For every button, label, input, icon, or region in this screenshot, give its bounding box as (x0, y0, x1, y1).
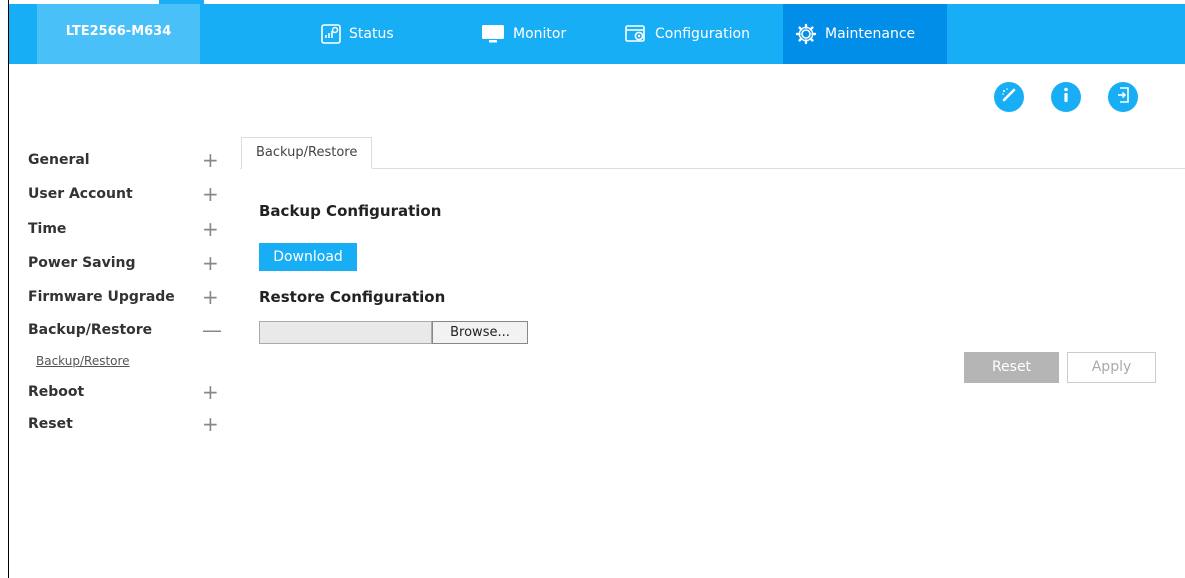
nav-maintenance-label: Maintenance (825, 26, 916, 42)
expand-icon: + (202, 251, 219, 275)
sidebar-item-label: Reset (28, 416, 73, 432)
sidebar-item-label: Reboot (28, 384, 85, 400)
sidebar-item-power-saving[interactable]: Power Saving + (28, 251, 219, 275)
sidebar-item-backup-restore[interactable]: Backup/Restore — (28, 318, 222, 342)
sidebar-item-label: Backup/Restore (28, 322, 153, 338)
expand-icon: + (202, 182, 219, 206)
window-left-border (8, 0, 9, 578)
sidebar-item-label: Power Saving (28, 255, 136, 271)
status-icon (321, 24, 341, 44)
restore-file-field[interactable] (259, 321, 432, 344)
sidebar-item-reset[interactable]: Reset + (28, 412, 219, 436)
apply-button[interactable]: Apply (1067, 352, 1156, 383)
sidebar-item-time[interactable]: Time + (28, 217, 219, 241)
sidebar-item-firmware-upgrade[interactable]: Firmware Upgrade + (28, 285, 219, 309)
expand-icon: + (202, 285, 219, 309)
reset-button[interactable]: Reset (964, 352, 1059, 383)
logout-icon (1114, 86, 1132, 108)
nav-configuration-label: Configuration (655, 26, 750, 42)
nav-maintenance[interactable]: Maintenance (783, 4, 947, 64)
collapse-icon: — (202, 318, 222, 342)
sidebar-item-label: General (28, 152, 90, 168)
nav-monitor[interactable]: Monitor (469, 4, 578, 64)
nav-configuration[interactable]: Configuration (613, 4, 762, 64)
backup-configuration-title: Backup Configuration (259, 202, 442, 220)
tab-strip-divider (240, 168, 1185, 169)
info-button[interactable] (1051, 82, 1081, 112)
wizard-button[interactable] (994, 82, 1024, 112)
wizard-icon (1000, 86, 1018, 108)
expand-icon: + (202, 148, 219, 172)
nav-status-label: Status (349, 26, 394, 42)
sidebar-item-label: User Account (28, 186, 133, 202)
logout-button[interactable] (1108, 82, 1138, 112)
device-name: LTE2566-M634 (37, 4, 200, 64)
sidebar-item-label: Time (28, 221, 67, 237)
tab-backup-restore[interactable]: Backup/Restore (241, 137, 373, 169)
sidebar-item-label: Firmware Upgrade (28, 289, 175, 305)
download-button[interactable]: Download (259, 243, 357, 271)
restore-configuration-title: Restore Configuration (259, 288, 446, 306)
top-nav-bar: LTE2566-M634 Status Monitor Configuratio… (9, 0, 1185, 64)
configuration-icon (625, 24, 647, 44)
expand-icon: + (202, 412, 219, 436)
nav-status[interactable]: Status (309, 4, 406, 64)
monitor-icon (481, 24, 505, 44)
nav-monitor-label: Monitor (513, 26, 567, 42)
sidebar-item-user-account[interactable]: User Account + (28, 182, 219, 206)
sidebar-item-general[interactable]: General + (28, 148, 219, 172)
info-icon (1058, 86, 1074, 108)
expand-icon: + (202, 217, 219, 241)
expand-icon: + (202, 380, 219, 404)
browse-button[interactable]: Browse... (432, 321, 528, 344)
sidebar-item-reboot[interactable]: Reboot + (28, 380, 219, 404)
sidebar-subitem-backup-restore[interactable]: Backup/Restore (36, 354, 130, 368)
maintenance-gear-icon (795, 23, 817, 45)
